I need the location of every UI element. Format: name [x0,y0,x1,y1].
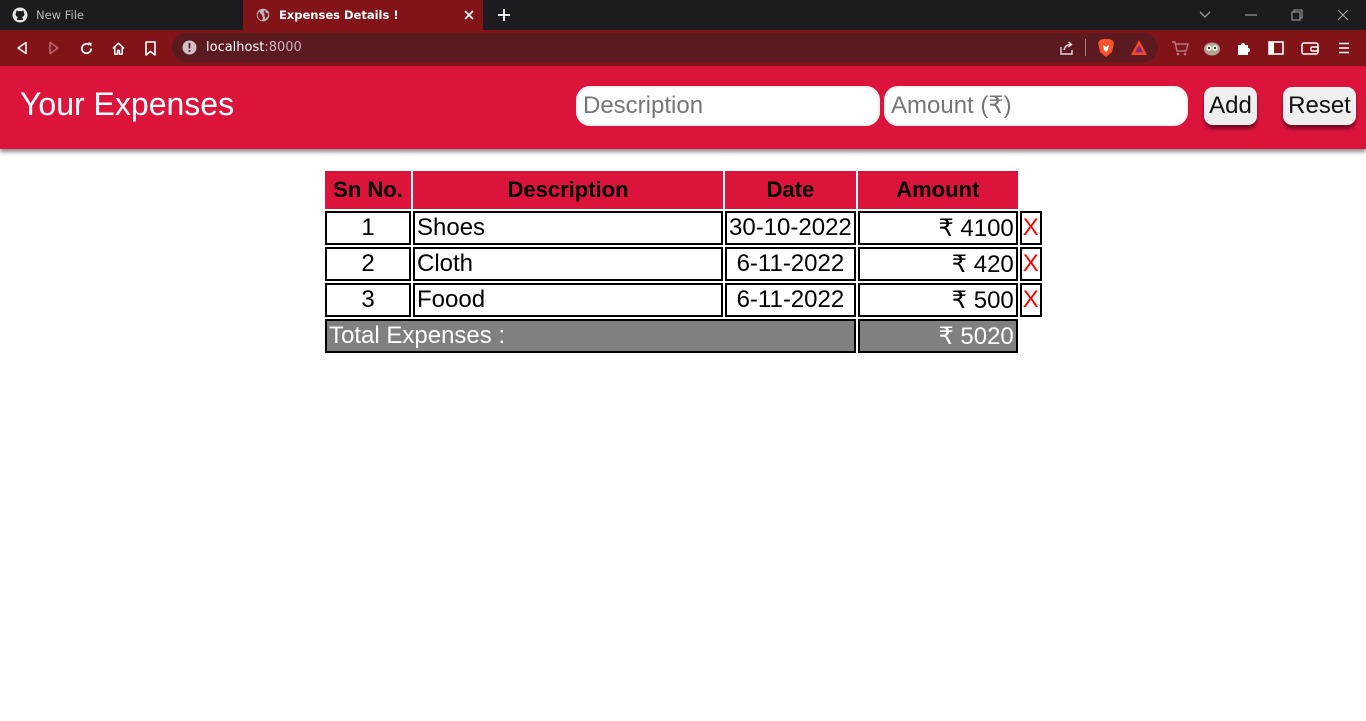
address-bar[interactable]: localhost:8000 [172,33,1158,62]
tab-title: Expenses Details ! [279,8,399,22]
table-row: 3 Foood 6-11-2022 ₹ 500 X [325,283,1042,317]
brave-rewards-icon[interactable] [1130,39,1148,57]
tab-expenses-details[interactable]: Expenses Details ! [243,0,483,30]
brave-shields-icon[interactable] [1097,38,1115,58]
globe-icon [255,7,271,23]
cell-amount: ₹ 420 [857,247,1018,281]
cell-sn: 3 [325,283,411,317]
column-header-amount: Amount [857,171,1018,209]
share-icon[interactable] [1058,39,1076,57]
expenses-table: Sn No. Description Date Amount 1 Shoes 3… [323,169,1044,355]
column-header-sn: Sn No. [325,171,411,209]
table-header-row: Sn No. Description Date Amount [325,171,1042,209]
tab-search-chevron-icon[interactable] [1194,5,1216,25]
delete-row-button[interactable]: X [1019,247,1042,281]
minimize-icon[interactable] [1240,5,1262,25]
cell-date: 6-11-2022 [725,283,856,317]
amount-input[interactable] [884,86,1188,126]
column-header-date: Date [725,171,856,209]
cell-date: 30-10-2022 [725,211,856,245]
cart-icon[interactable] [1170,38,1190,58]
wallet-icon[interactable] [1300,38,1320,58]
reset-button[interactable]: Reset [1283,87,1356,125]
browser-toolbar: localhost:8000 [0,30,1366,66]
table-row: 1 Shoes 30-10-2022 ₹ 4100 X [325,211,1042,245]
cell-amount: ₹ 500 [857,283,1018,317]
tab-strip: New File Expenses Details ! [0,0,1366,30]
column-header-description: Description [413,171,723,209]
close-window-icon[interactable] [1332,5,1354,25]
table-row: 2 Cloth 6-11-2022 ₹ 420 X [325,247,1042,281]
cell-amount: ₹ 4100 [857,211,1018,245]
sidebar-icon[interactable] [1266,38,1286,58]
description-input[interactable] [576,86,880,126]
cell-description: Cloth [413,247,723,281]
reload-icon[interactable] [76,38,96,58]
delete-row-button[interactable]: X [1019,211,1042,245]
tab-title: New File [36,8,84,22]
total-label: Total Expenses : [325,319,856,353]
menu-icon[interactable] [1334,38,1354,58]
cell-description: Shoes [413,211,723,245]
cell-date: 6-11-2022 [725,247,856,281]
cell-sn: 2 [325,247,411,281]
cell-sn: 1 [325,211,411,245]
extensions-puzzle-icon[interactable] [1234,38,1254,58]
home-icon[interactable] [108,38,128,58]
tab-new-file[interactable]: New File [0,0,242,30]
new-tab-icon[interactable] [494,5,514,25]
add-button[interactable]: Add [1204,87,1257,125]
url-host: localhost [206,40,265,55]
page-title: Your Expenses [20,86,235,122]
github-icon [12,7,28,23]
divider [1085,39,1086,56]
forward-icon[interactable] [44,38,64,58]
back-icon[interactable] [12,38,32,58]
app-header: Your Expenses Add Reset [0,66,1366,149]
close-tab-icon[interactable] [459,5,479,25]
delete-row-button[interactable]: X [1019,283,1042,317]
url-port: :8000 [264,40,302,55]
url-text: localhost:8000 [206,40,302,55]
extension-owl-icon[interactable] [1202,38,1222,58]
bookmark-icon[interactable] [140,38,160,58]
site-info-icon[interactable] [182,40,197,55]
restore-icon[interactable] [1286,5,1308,25]
total-amount: ₹ 5020 [857,319,1018,353]
total-row: Total Expenses : ₹ 5020 [325,319,1042,353]
cell-description: Foood [413,283,723,317]
